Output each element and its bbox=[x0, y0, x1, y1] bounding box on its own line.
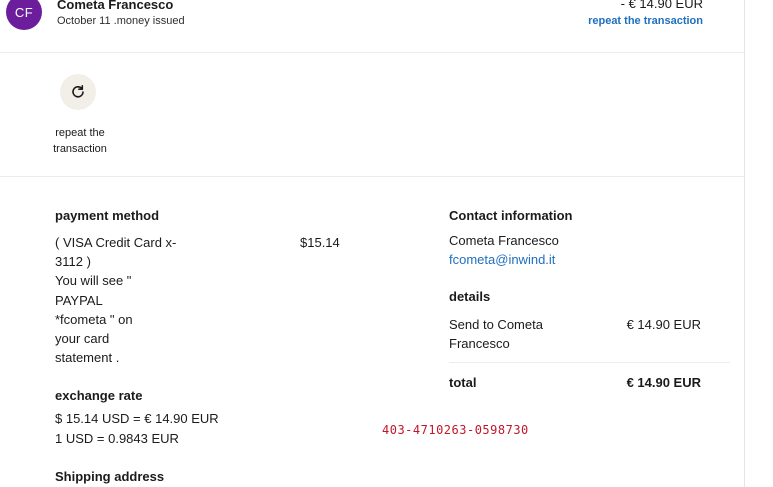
divider bbox=[0, 52, 744, 53]
details-heading: details bbox=[449, 289, 491, 304]
divider bbox=[0, 176, 744, 177]
details-item-line: Send to Cometa bbox=[449, 317, 543, 332]
payment-line: You will see " bbox=[55, 273, 132, 289]
transaction-amount: - € 14.90 EUR bbox=[620, 0, 703, 11]
payment-line: PAYPAL bbox=[55, 292, 103, 308]
payment-line: statement . bbox=[55, 350, 120, 366]
payment-amount: $15.14 bbox=[300, 235, 340, 250]
repeat-transaction-label: repeat the transaction bbox=[45, 125, 115, 157]
recipient-name: Cometa Francesco bbox=[57, 0, 174, 12]
total-amount: € 14.90 EUR bbox=[626, 375, 701, 390]
details-item-line: Francesco bbox=[449, 336, 510, 352]
total-label: total bbox=[449, 375, 477, 390]
payment-line: your card bbox=[55, 331, 110, 347]
exchange-rate-heading: exchange rate bbox=[55, 388, 143, 403]
refresh-icon bbox=[72, 85, 84, 98]
repeat-label-line: repeat the bbox=[55, 127, 105, 139]
payment-line: 3112 ) bbox=[55, 254, 91, 270]
panel-border bbox=[744, 0, 745, 487]
payment-method-heading: payment method bbox=[55, 208, 160, 223]
details-divider bbox=[449, 362, 730, 363]
contact-email-link[interactable]: fcometa@inwind.it bbox=[449, 250, 555, 269]
avatar: CF bbox=[6, 0, 42, 30]
repeat-label-line: transaction bbox=[53, 143, 107, 155]
payment-method-details: ( VISA Credit Card x- 3112 ) You will se… bbox=[55, 233, 176, 367]
repeat-transaction-link[interactable]: repeat the transaction bbox=[588, 15, 703, 27]
avatar-initials: CF bbox=[14, 4, 34, 20]
exchange-rate-line: $ 15.14 USD = € 14.90 EUR bbox=[55, 411, 219, 426]
shipping-address-heading: Shipping address bbox=[55, 469, 165, 484]
repeat-transaction-button[interactable] bbox=[60, 74, 96, 110]
payment-line: ( VISA Credit Card x- bbox=[55, 235, 177, 250]
transaction-code: 403-4710263-0598730 bbox=[382, 423, 529, 437]
transaction-date-status: October 11 .money issued bbox=[57, 15, 185, 27]
exchange-rate-line: 1 USD = 0.9843 EUR bbox=[55, 431, 179, 446]
contact-name: Cometa Francesco bbox=[449, 233, 559, 248]
payment-line: *fcometa " on bbox=[55, 311, 133, 327]
details-item-label: Send to Cometa Francesco bbox=[449, 315, 543, 353]
contact-info-heading: Contact information bbox=[449, 208, 573, 223]
transaction-detail-panel: CF Cometa Francesco October 11 .money is… bbox=[0, 0, 744, 487]
details-item-amount: € 14.90 EUR bbox=[626, 317, 701, 332]
